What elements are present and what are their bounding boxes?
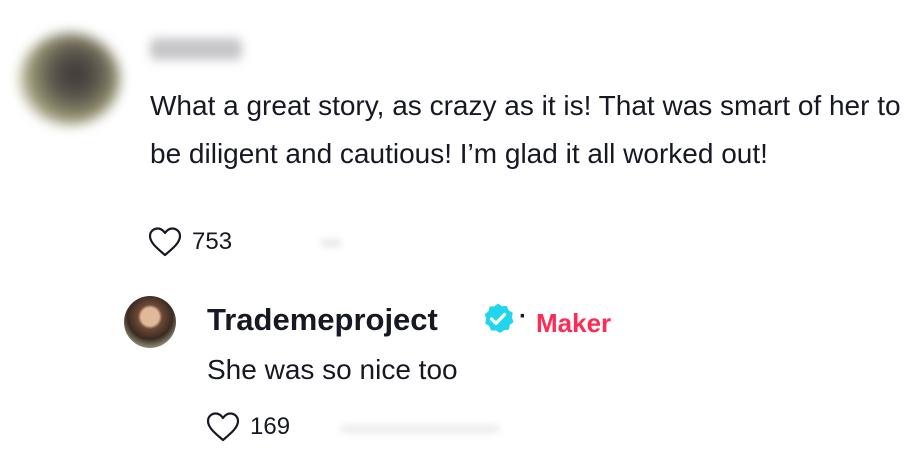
faded-actions [340,424,500,434]
reply-like-button[interactable]: 169 [206,412,290,442]
heart-outline-icon[interactable] [206,412,240,442]
comment-like-button[interactable]: 753 [148,227,232,257]
comment-author-name-blurred[interactable] [150,38,242,60]
comment-text: What a great story, as crazy as it is! T… [150,90,901,169]
verified-badge-icon [481,302,515,341]
reply-text: She was so nice too [207,354,458,385]
comment-like-count: 753 [192,228,233,255]
heart-outline-icon[interactable] [148,227,182,257]
comment-author-avatar[interactable] [20,33,120,125]
reply-author-name[interactable]: Trademeproject [207,302,438,338]
faded-action [320,238,342,248]
reply-like-count: 169 [250,413,291,440]
reply-author-avatar[interactable] [124,296,176,348]
separator-dot: · [519,303,527,330]
maker-badge: Maker [536,308,612,338]
